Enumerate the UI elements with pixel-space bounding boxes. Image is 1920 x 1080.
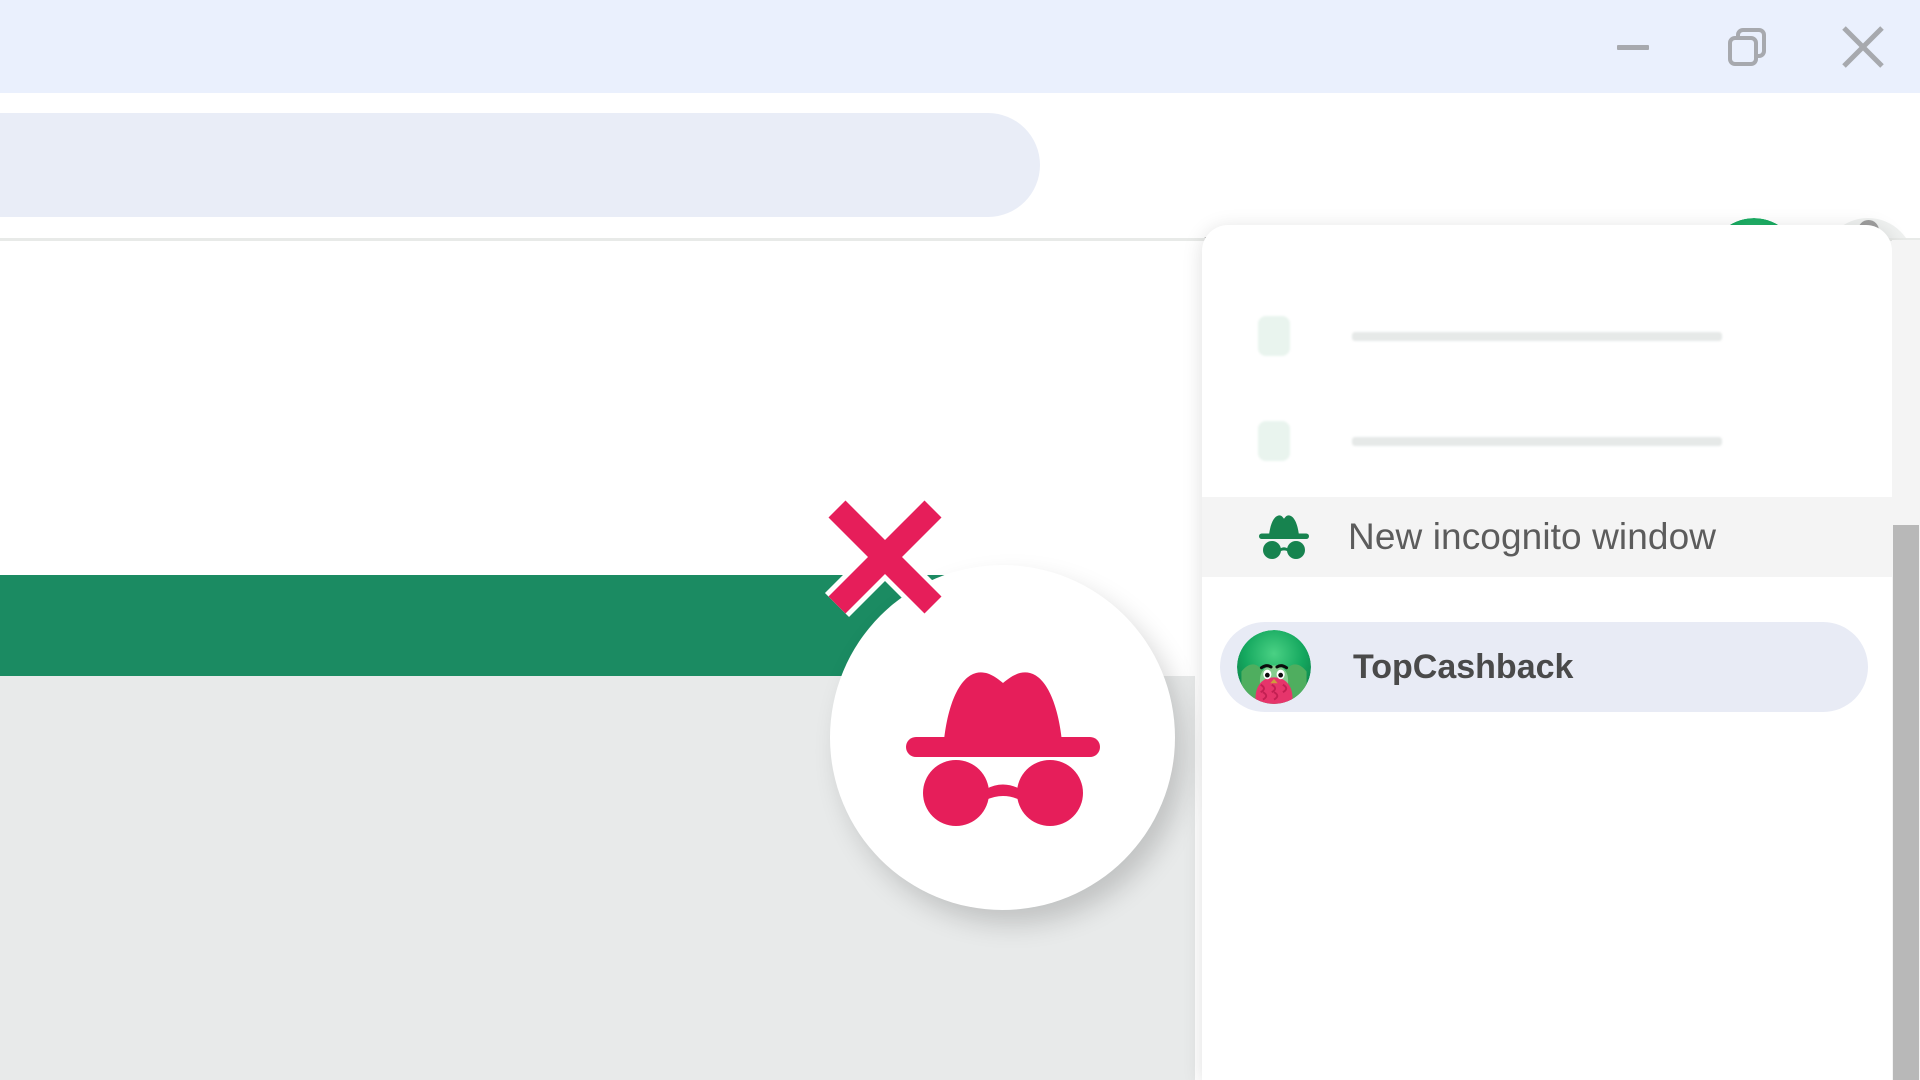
window-controls xyxy=(1575,0,1920,93)
profile-name-label: TopCashback xyxy=(1353,647,1574,686)
blocked-x-icon xyxy=(815,487,955,627)
menu-item-icon xyxy=(1258,316,1290,356)
page-scrollbar-thumb[interactable] xyxy=(1893,525,1919,1080)
menu-profile-row[interactable]: TopCashback xyxy=(1220,622,1868,712)
menu-item-new-incognito-window[interactable]: New incognito window xyxy=(1202,497,1892,577)
page-scrollbar-track[interactable] xyxy=(1892,240,1920,1080)
address-bar-input[interactable] xyxy=(0,113,1040,217)
minimize-button[interactable] xyxy=(1575,0,1690,93)
browser-window: New incognito window TopCashback xyxy=(0,0,1920,1080)
topcashback-avatar xyxy=(1237,630,1311,704)
menu-item-label-placeholder xyxy=(1352,436,1722,446)
menu-item-placeholder[interactable] xyxy=(1202,410,1892,472)
incognito-blocked-icon xyxy=(888,653,1118,828)
browser-menu-panel: New incognito window TopCashback xyxy=(1202,225,1892,1080)
browser-toolbar xyxy=(0,93,1920,310)
incognito-blocked-badge xyxy=(824,496,1175,910)
restore-button[interactable] xyxy=(1690,0,1805,93)
restore-icon xyxy=(1723,22,1773,72)
menu-item-placeholder[interactable] xyxy=(1202,305,1892,367)
menu-item-label: New incognito window xyxy=(1348,516,1717,557)
close-button[interactable] xyxy=(1805,0,1920,93)
minimize-icon xyxy=(1610,24,1656,70)
menu-item-icon xyxy=(1258,421,1290,461)
close-icon xyxy=(1836,20,1890,74)
menu-item-label-placeholder xyxy=(1352,331,1722,341)
incognito-icon xyxy=(1256,514,1312,560)
title-bar xyxy=(0,0,1920,93)
